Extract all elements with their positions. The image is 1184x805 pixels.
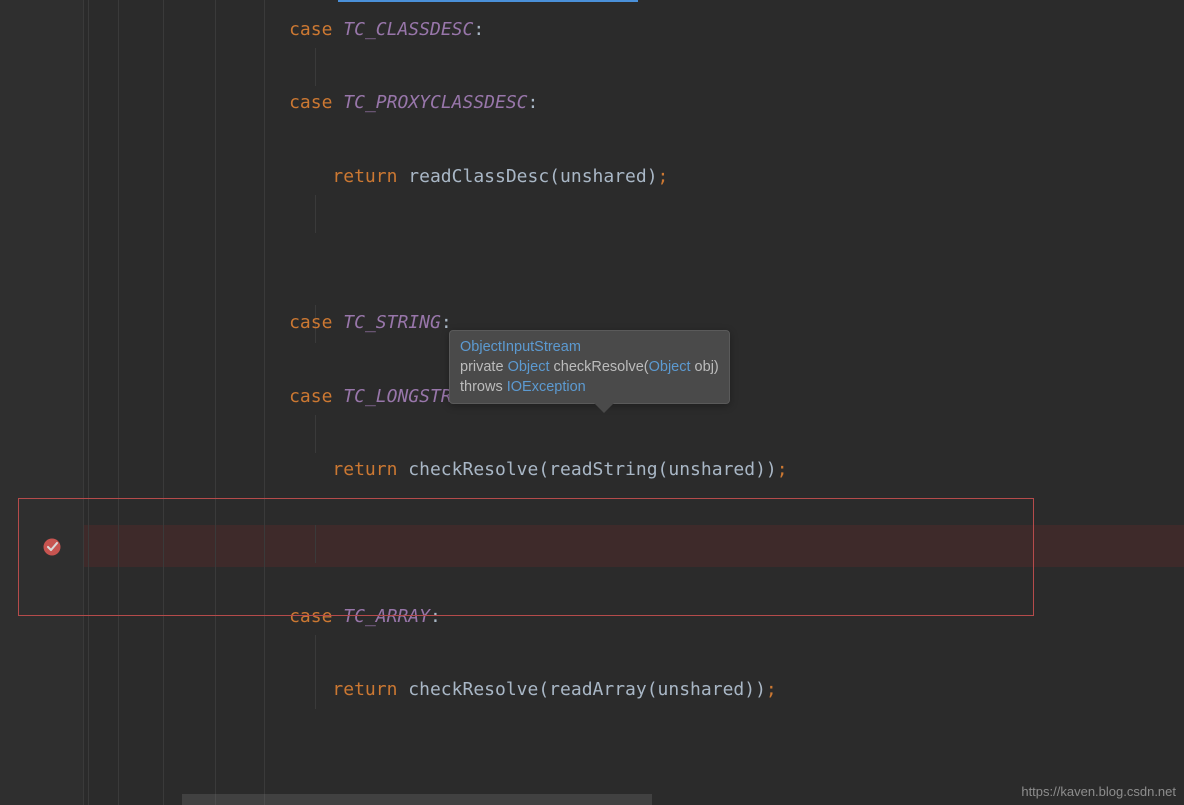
- tooltip-type-link[interactable]: Object: [508, 359, 550, 375]
- call-checkresolve-readstring: checkResolve(readString(unshared)): [408, 459, 776, 480]
- keyword-case: case: [289, 92, 332, 113]
- keyword-case: case: [289, 606, 332, 627]
- code-panel[interactable]: case TC_CLASSDESC: case TC_PROXYCLASSDES…: [84, 0, 1184, 805]
- tooltip-class-link[interactable]: ObjectInputStream: [460, 339, 581, 355]
- tooltip-type-link[interactable]: IOException: [507, 379, 586, 395]
- keyword-return: return: [332, 166, 397, 187]
- breakpoint-icon[interactable]: [42, 536, 62, 556]
- const-tc-proxyclassdesc: TC_PROXYCLASSDESC: [343, 92, 527, 113]
- gutter[interactable]: [0, 0, 84, 805]
- const-tc-classdesc: TC_CLASSDESC: [343, 19, 473, 40]
- call-readclassdesc: readClassDesc(unshared): [408, 166, 657, 187]
- horizontal-scrollbar[interactable]: [182, 794, 652, 805]
- keyword-return: return: [332, 459, 397, 480]
- keyword-case: case: [289, 386, 332, 407]
- quickdoc-tooltip: ObjectInputStream private Object checkRe…: [449, 330, 730, 404]
- const-tc-string: TC_STRING: [343, 312, 441, 333]
- watermark-text: https://kaven.blog.csdn.net: [1021, 784, 1176, 799]
- keyword-case: case: [289, 19, 332, 40]
- keyword-return: return: [332, 679, 397, 700]
- call-checkresolve-readarray: checkResolve(readArray(unshared)): [408, 679, 766, 700]
- tooltip-type-link[interactable]: Object: [649, 359, 691, 375]
- keyword-case: case: [289, 312, 332, 333]
- editor-root: case TC_CLASSDESC: case TC_PROXYCLASSDES…: [0, 0, 1184, 805]
- const-tc-array: TC_ARRAY: [343, 606, 430, 627]
